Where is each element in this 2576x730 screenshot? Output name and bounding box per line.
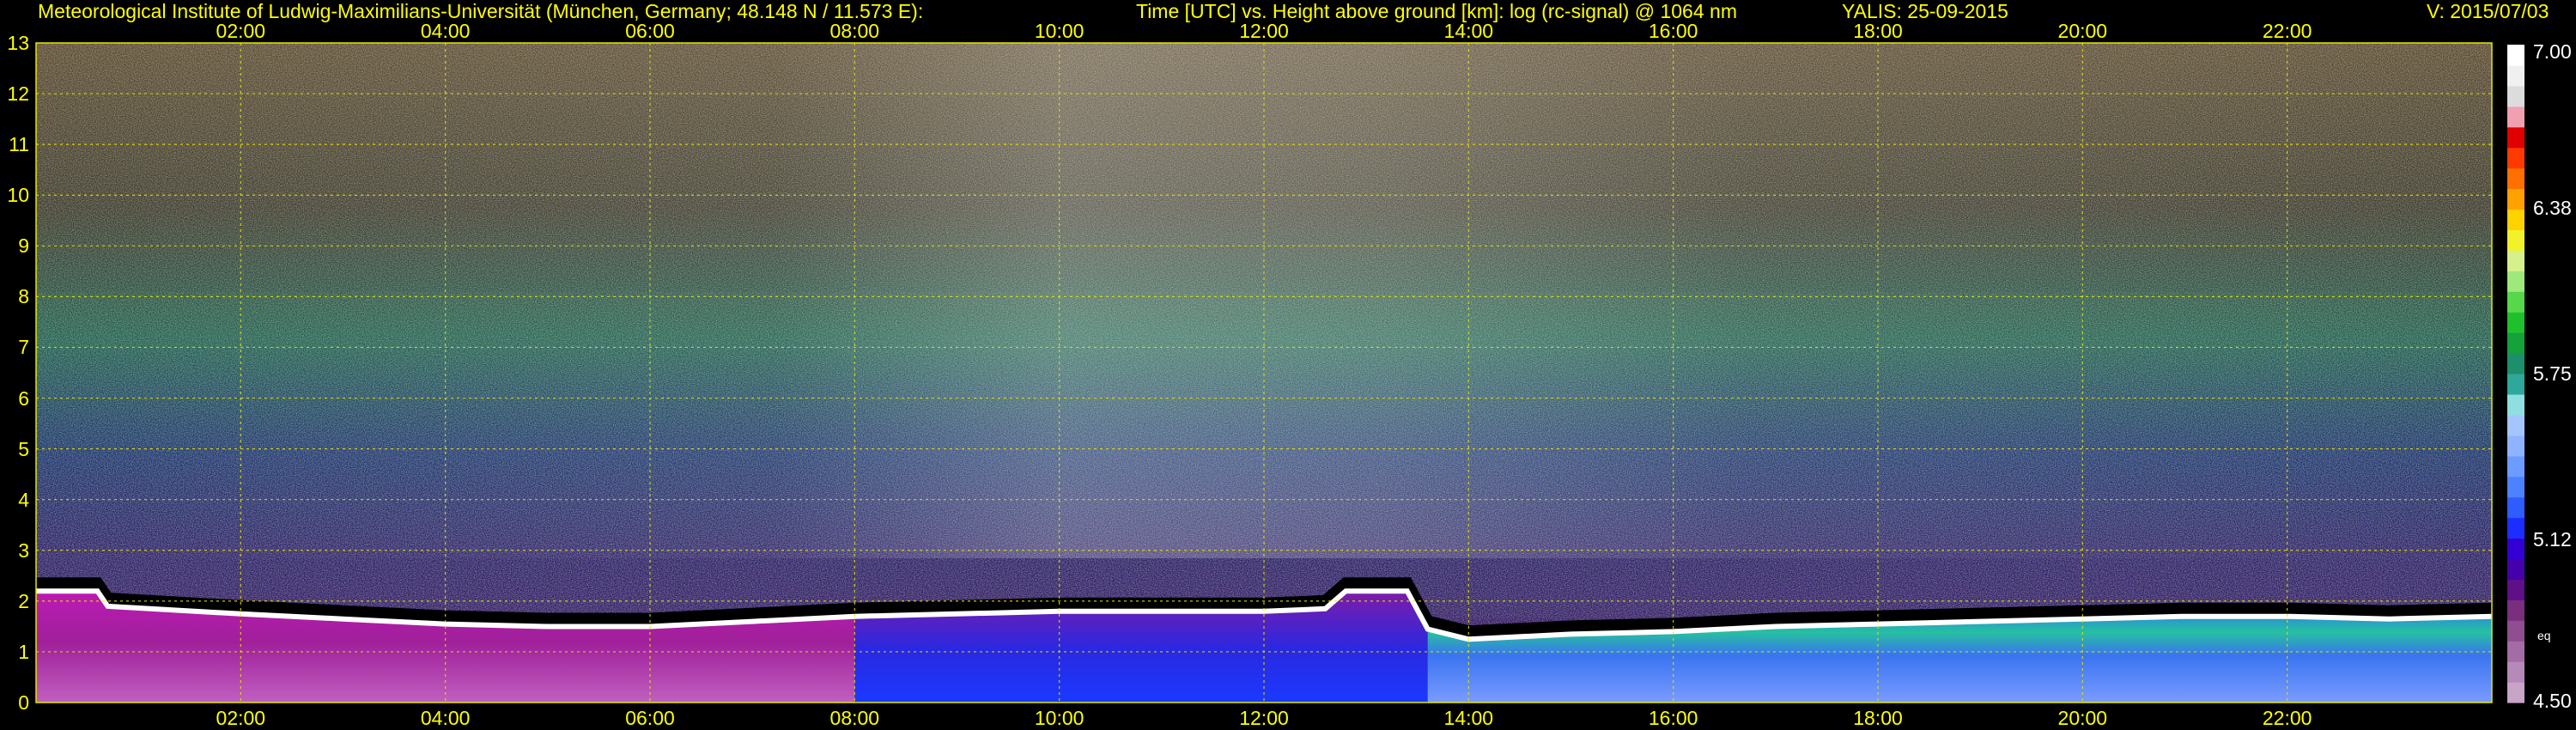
x-tick-top: 22:00 [2262,20,2312,42]
x-tick-top: 08:00 [829,20,880,42]
x-tick-top: 06:00 [625,20,675,42]
colorbar-tick: 7.00 [2533,40,2572,63]
colorbar-swatch [2507,64,2524,87]
colorbar-swatch [2507,538,2524,560]
y-tick: 3 [18,538,29,562]
colorbar-swatch [2507,250,2524,271]
colorbar-swatch [2507,271,2524,292]
x-tick-bottom: 10:00 [1034,707,1084,729]
x-tick-bottom: 20:00 [2057,707,2108,729]
x-tick-top: 02:00 [216,20,266,42]
plot-area [36,43,2492,703]
colorbar-tick: 6.38 [2533,196,2572,219]
colorbar-swatch [2507,476,2524,498]
colorbar-swatch [2507,167,2524,190]
colorbar-swatch [2507,558,2524,580]
y-tick: 1 [18,640,29,663]
x-tick-top: 14:00 [1443,20,1494,42]
colorbar-label: eq [2537,629,2551,642]
y-tick: 6 [18,386,29,410]
colorbar-swatch [2507,291,2524,313]
colorbar-swatch [2507,682,2524,703]
colorbar-swatch [2507,188,2524,210]
colorbar-swatch [2507,641,2524,662]
x-tick-bottom: 16:00 [1648,707,1698,729]
x-tick-top: 18:00 [1853,20,1903,42]
colorbar-swatch [2507,661,2524,683]
colorbar-swatch [2507,229,2524,251]
colorbar-swatch [2507,435,2524,457]
x-tick-top: 04:00 [420,20,471,42]
chart-title: Time [UTC] vs. Height above ground [km]:… [1136,0,1737,22]
y-tick: 4 [18,488,29,511]
y-tick: 2 [18,589,29,612]
y-tick: 8 [18,285,29,308]
x-tick-bottom: 22:00 [2262,707,2312,729]
y-tick: 11 [9,133,29,156]
x-tick-bottom: 08:00 [829,707,880,729]
colorbar-swatch [2507,147,2524,169]
colorbar-swatch [2507,85,2524,107]
colorbar-swatch [2507,312,2524,333]
y-tick: 0 [18,691,29,714]
colorbar-swatch [2507,414,2524,436]
colorbar-tick: 5.75 [2533,362,2572,385]
y-tick: 5 [18,437,29,460]
colorbar-swatch [2507,393,2524,416]
colorbar-swatch [2507,496,2524,519]
colorbar-swatch [2507,126,2524,149]
colorbar-swatch [2507,620,2524,642]
y-tick: 9 [18,234,29,258]
lidar-heatmap-chart [35,42,2524,703]
x-tick-top: 16:00 [1648,20,1698,42]
colorbar-swatch [2507,332,2524,354]
y-tick: 10 [7,184,29,207]
x-tick-bottom: 06:00 [625,707,675,729]
x-tick-top: 20:00 [2057,20,2108,42]
colorbar-swatch [2507,374,2524,395]
colorbar-swatch [2507,599,2524,621]
colorbar-swatch [2507,45,2524,66]
y-tick: 13 [7,32,29,54]
institute-label: Meteorological Institute of Ludwig-Maxim… [38,0,924,22]
colorbar-tick: 4.50 [2533,690,2572,712]
colorbar-tick: 5.12 [2533,528,2572,551]
colorbar-swatch [2507,579,2524,600]
x-tick-top: 12:00 [1239,20,1289,42]
version-label: V: 2015/07/03 [2427,0,2549,22]
y-tick: 7 [18,336,29,359]
x-tick-bottom: 02:00 [216,707,266,729]
x-tick-bottom: 12:00 [1239,707,1289,729]
x-tick-bottom: 04:00 [420,707,471,729]
x-tick-top: 10:00 [1034,20,1084,42]
x-tick-bottom: 14:00 [1443,707,1494,729]
colorbar-swatch [2507,106,2524,128]
colorbar-swatch [2507,353,2524,374]
colorbar-swatch [2507,517,2524,539]
colorbar-swatch [2507,209,2524,231]
colorbar [2507,45,2524,703]
colorbar-swatch [2507,455,2524,478]
y-tick: 12 [7,82,29,106]
x-tick-bottom: 18:00 [1853,707,1903,729]
